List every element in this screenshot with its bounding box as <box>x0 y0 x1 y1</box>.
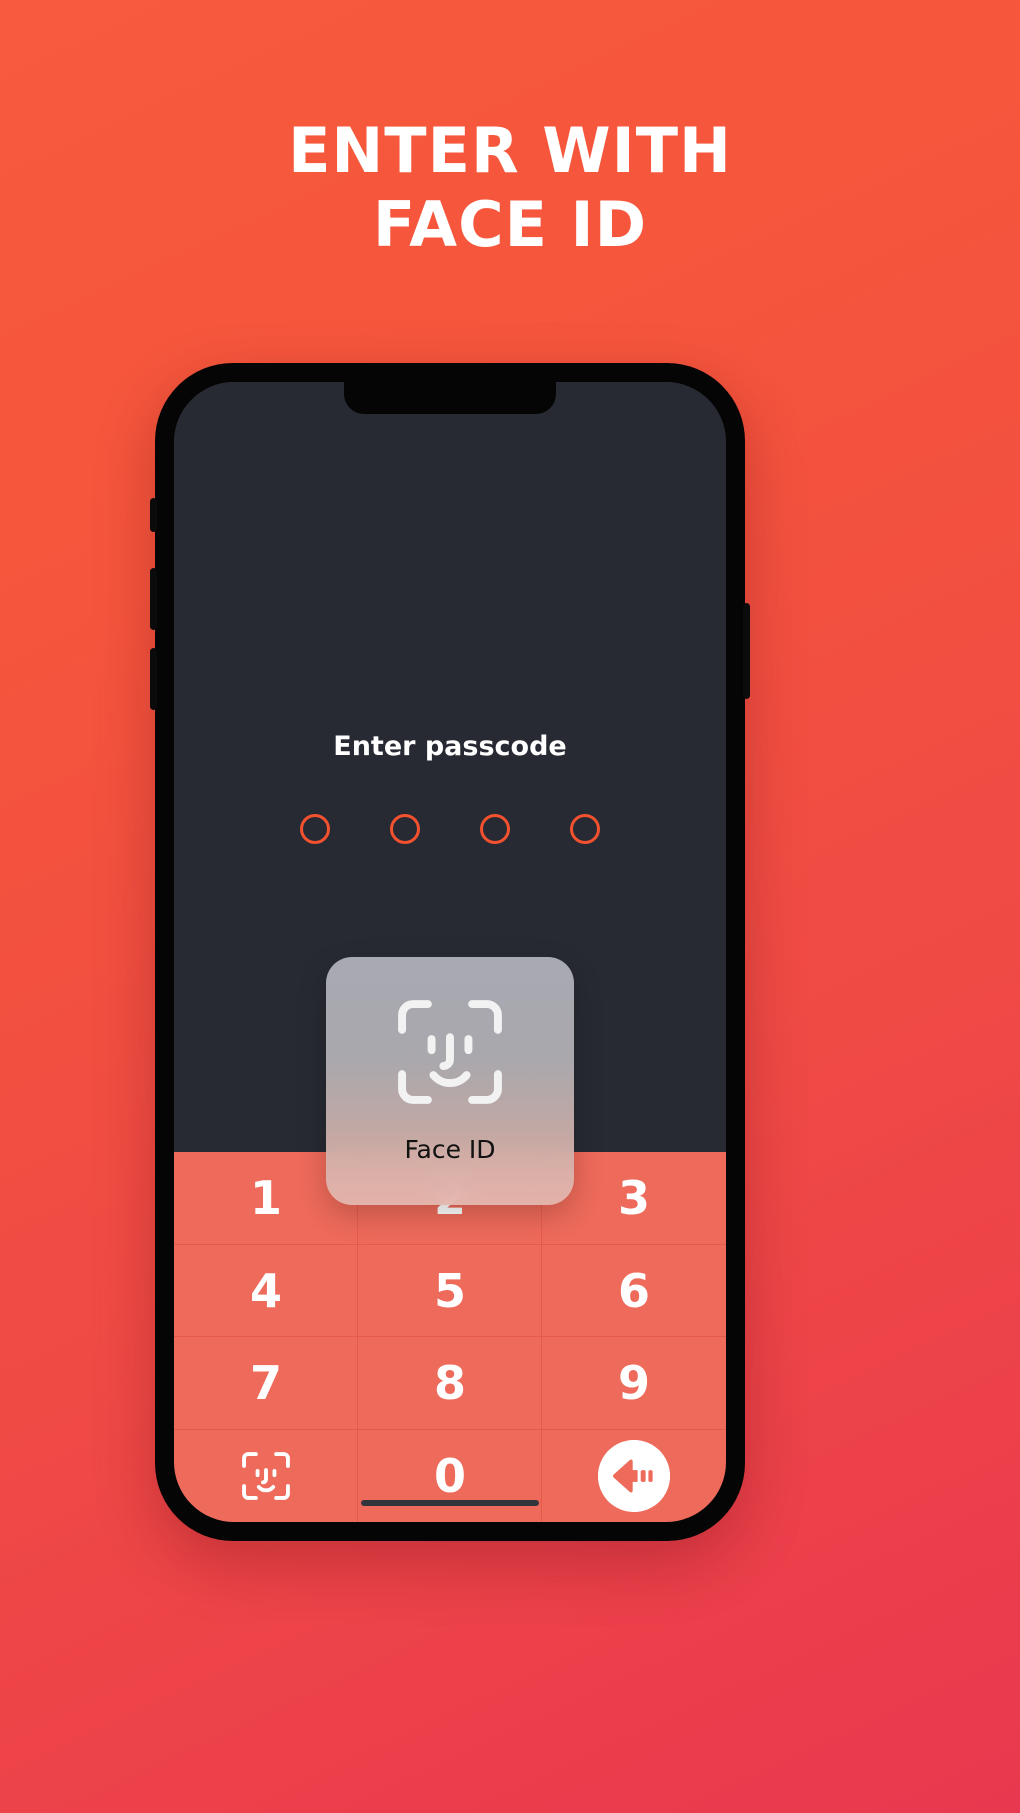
volume-up-button[interactable] <box>150 568 157 630</box>
key-4[interactable]: 4 <box>174 1244 358 1338</box>
backspace-icon <box>598 1439 670 1512</box>
key-0-label: 0 <box>433 1448 466 1503</box>
page-title-line-1: ENTER WITH <box>288 114 732 187</box>
key-8[interactable]: 8 <box>358 1337 542 1430</box>
mute-switch[interactable] <box>150 498 157 532</box>
notch <box>344 382 556 414</box>
key-9[interactable]: 9 <box>542 1337 726 1430</box>
key-7[interactable]: 7 <box>174 1337 358 1430</box>
key-delete[interactable] <box>542 1430 726 1523</box>
passcode-prompt: Enter passcode <box>333 731 567 762</box>
passcode-dot-4 <box>570 814 600 844</box>
volume-down-button[interactable] <box>150 648 157 710</box>
faceid-popup-card[interactable]: Face ID <box>326 957 574 1205</box>
key-8-label: 8 <box>433 1356 466 1411</box>
faceid-card-label: Face ID <box>404 1135 496 1164</box>
passcode-dots <box>174 814 726 844</box>
passcode-dot-1 <box>300 814 330 844</box>
face-id-icon <box>239 1449 293 1503</box>
face-id-icon <box>391 993 509 1111</box>
key-7-label: 7 <box>249 1356 282 1411</box>
passcode-dot-3 <box>480 814 510 844</box>
key-5[interactable]: 5 <box>358 1244 542 1338</box>
key-6-label: 6 <box>617 1263 650 1318</box>
passcode-keypad: 1 2 3 4 5 6 7 8 9 <box>174 1152 726 1522</box>
page-title-line-2: FACE ID <box>372 188 648 261</box>
key-9-label: 9 <box>617 1356 650 1411</box>
key-faceid[interactable] <box>174 1429 358 1523</box>
phone-mockup: Enter passcode 1 2 3 4 5 6 7 8 9 <box>150 363 750 1541</box>
key-6[interactable]: 6 <box>542 1245 726 1338</box>
passcode-dot-2 <box>390 814 420 844</box>
key-5-label: 5 <box>433 1263 466 1318</box>
page-title: ENTER WITH FACE ID <box>0 120 1020 256</box>
phone-screen: Enter passcode 1 2 3 4 5 6 7 8 9 <box>174 382 726 1522</box>
key-0[interactable]: 0 <box>358 1429 542 1523</box>
key-3-label: 3 <box>617 1171 650 1226</box>
home-indicator[interactable] <box>361 1500 539 1506</box>
power-button[interactable] <box>743 603 750 699</box>
key-4-label: 4 <box>249 1263 282 1318</box>
key-1-label: 1 <box>249 1171 282 1226</box>
